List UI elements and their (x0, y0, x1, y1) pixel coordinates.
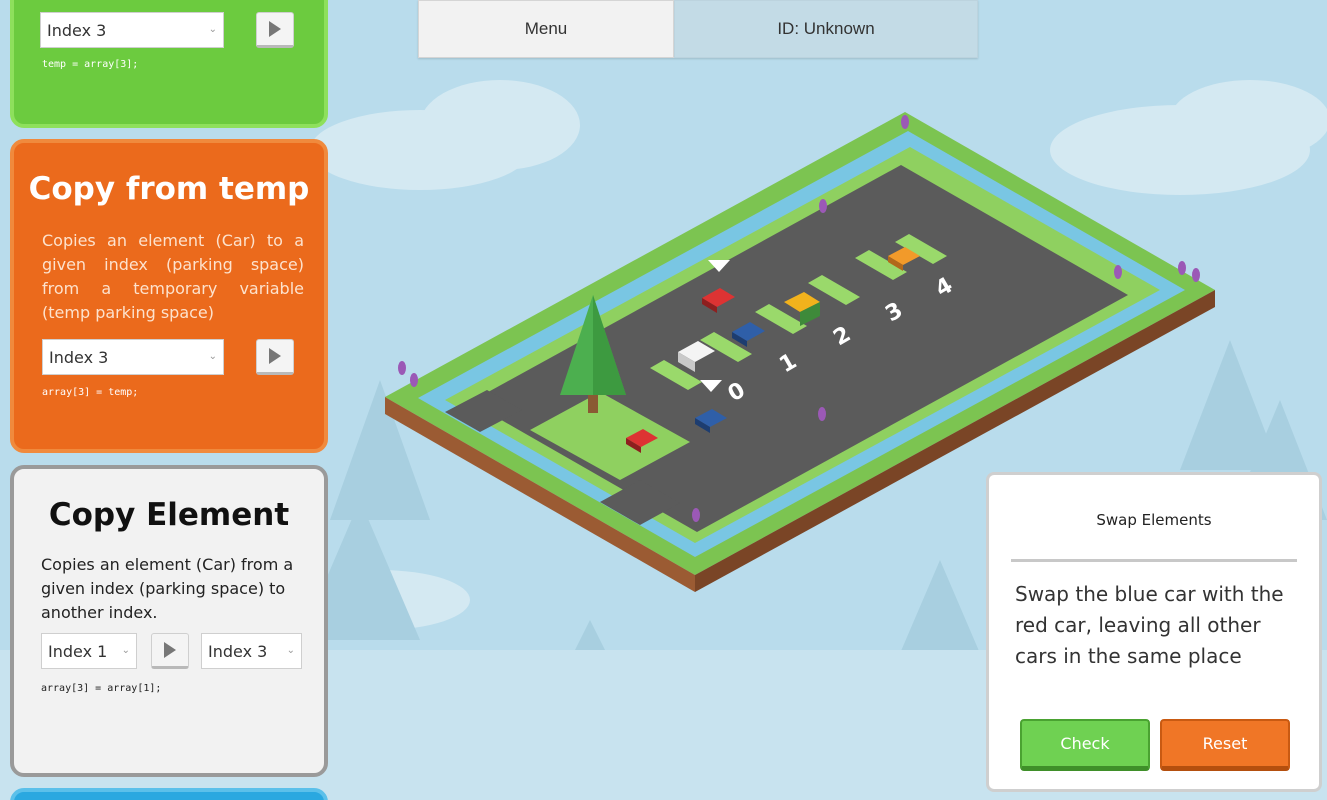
index-select[interactable]: Index 3 ⌄ (40, 12, 224, 48)
play-icon (164, 642, 176, 658)
source-index-value: Index 1 (48, 641, 108, 661)
chevron-down-icon: ⌄ (121, 645, 130, 656)
divider (1011, 559, 1297, 562)
index-select[interactable]: Index 3 ⌄ (42, 339, 224, 375)
run-copy-from-temp-button[interactable] (256, 339, 294, 375)
play-icon (269, 348, 281, 364)
check-button[interactable]: Check (1020, 719, 1150, 771)
panel-description: Copies an element (Car) from a given ind… (41, 555, 294, 622)
task-card: Swap Elements Swap the blue car with the… (986, 472, 1322, 792)
panel-title: Copy from temp (28, 171, 310, 207)
code-snippet: array[3] = temp; (42, 387, 139, 398)
index-select-value: Index 3 (47, 20, 107, 40)
run-copy-element-button[interactable] (151, 633, 189, 669)
user-id-label: ID: Unknown (674, 0, 978, 58)
source-index-select[interactable]: Index 1 ⌄ (41, 633, 137, 669)
panel-title: Copy Element (48, 497, 290, 533)
chevron-down-icon: ⌄ (208, 24, 217, 35)
target-index-value: Index 3 (208, 641, 268, 661)
chevron-down-icon: ⌄ (286, 645, 295, 656)
code-snippet: temp = array[3]; (42, 59, 139, 70)
next-operation-panel (10, 788, 328, 800)
play-icon (269, 21, 281, 37)
menu-button[interactable]: Menu (418, 0, 674, 58)
target-index-select[interactable]: Index 3 ⌄ (201, 633, 302, 669)
copy-element-panel: Copy Element Copies an element (Car) fro… (10, 465, 328, 777)
reset-button[interactable]: Reset (1160, 719, 1290, 771)
top-bar: Menu ID: Unknown (418, 0, 978, 58)
run-copy-to-temp-button[interactable] (256, 12, 294, 48)
copy-from-temp-panel: Copy from temp Copies an element (Car) t… (10, 139, 328, 453)
panel-description: Copies an element (Car) to a given index… (42, 231, 304, 322)
chevron-down-icon: ⌄ (208, 351, 217, 362)
code-snippet: array[3] = array[1]; (41, 683, 162, 694)
index-select-value: Index 3 (49, 347, 109, 367)
task-title: Swap Elements (1096, 511, 1212, 529)
task-description: Swap the blue car with the red car, leav… (1015, 582, 1284, 668)
copy-to-temp-panel: Index 3 ⌄ temp = array[3]; (10, 0, 328, 128)
